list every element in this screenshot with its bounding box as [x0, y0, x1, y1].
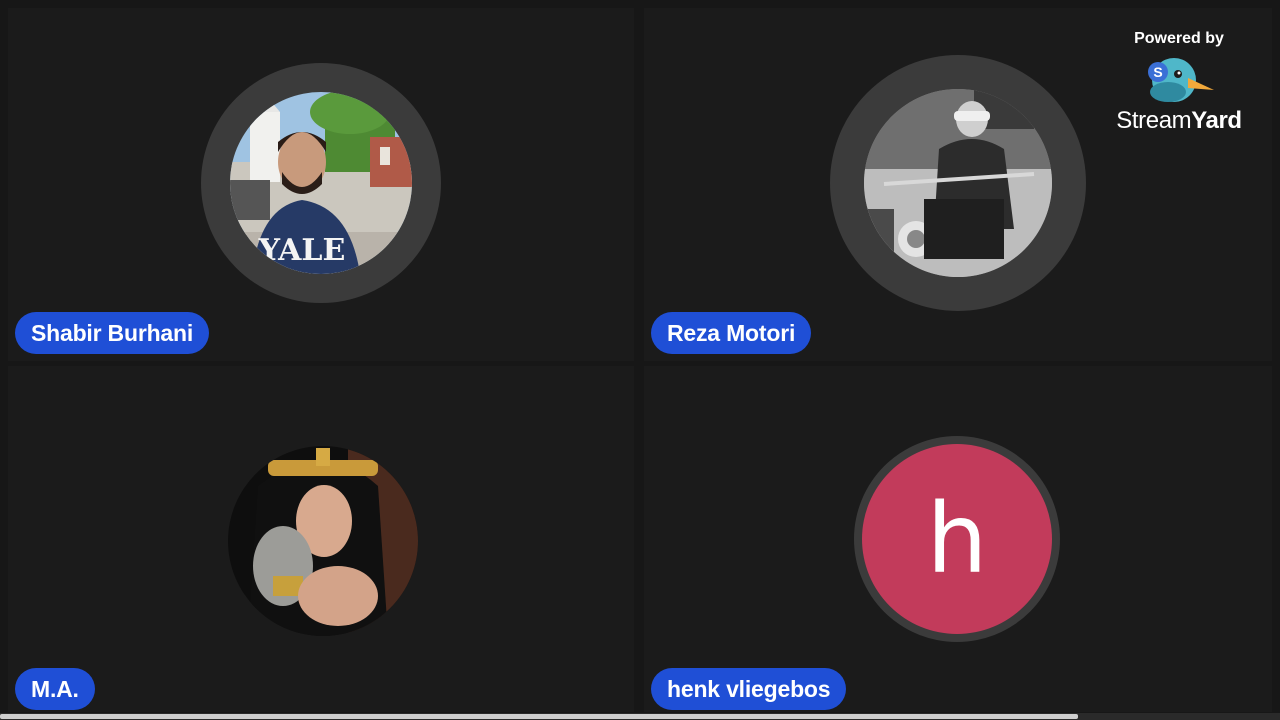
shirt-text: YALE — [258, 233, 346, 268]
streamyard-wordmark: StreamYard — [1104, 107, 1254, 135]
participant-avatar: YALE — [230, 92, 412, 274]
participant-tile-4[interactable]: h henk vliegebos — [644, 366, 1272, 712]
participant-tile-3[interactable]: M.A. — [8, 366, 634, 712]
participant-name-tag: M.A. — [15, 668, 95, 710]
participant-photo — [864, 89, 1052, 277]
participant-name-tag: Shabir Burhani — [15, 312, 210, 354]
scrollbar-thumb[interactable] — [0, 714, 1078, 719]
brand-part-1: Stream — [1116, 107, 1192, 134]
participant-tile-2[interactable]: Reza Motori Powered by S StreamYard — [644, 8, 1272, 361]
duck-logo-icon: S — [1148, 58, 1214, 102]
participant-name-tag: Reza Motori — [651, 312, 812, 354]
participant-initial-avatar: h — [862, 444, 1052, 634]
powered-by-label: Powered by — [1134, 30, 1224, 47]
participant-tile-1[interactable]: YALE Shabir Burhani — [8, 8, 634, 361]
avatar-ring: h — [854, 436, 1060, 642]
svg-text:S: S — [1153, 64, 1162, 80]
avatar-ring — [830, 55, 1086, 311]
streamyard-branding: Powered by S StreamYard — [1104, 30, 1254, 135]
participant-photo: YALE — [230, 92, 412, 274]
participant-avatar — [864, 89, 1052, 277]
horizontal-scrollbar[interactable] — [0, 713, 1280, 720]
brand-part-2: Yard — [1191, 107, 1242, 134]
participant-avatar — [228, 446, 418, 636]
participant-name-tag: henk vliegebos — [651, 668, 847, 710]
participant-photo — [228, 446, 418, 636]
avatar-ring: YALE — [201, 63, 441, 303]
